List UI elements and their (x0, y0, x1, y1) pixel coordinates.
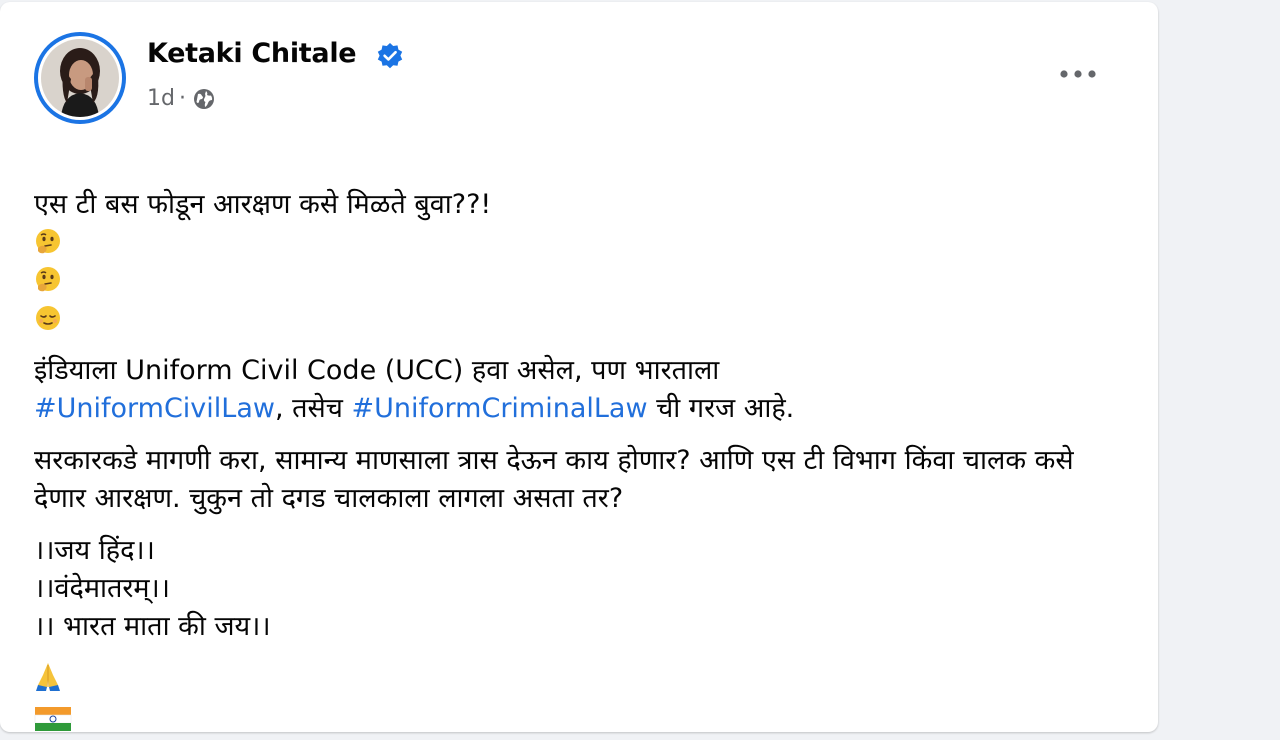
more-options-button[interactable] (1048, 52, 1108, 96)
thinking-face-icon (36, 229, 60, 254)
end-emoji-row-2 (34, 698, 1114, 740)
closing-slogans: ।।जय हिंद।। ।।वंदेमातरम्।। ।। भारत माता … (34, 532, 1114, 646)
closing-line-3: ।। भारत माता की जय।। (34, 611, 271, 642)
post-line-1-text: एस टी बस फोडून आरक्षण कसे मिळते बुवा??! (34, 189, 492, 220)
post-paragraph-2-end: ची गरज आहे. (647, 393, 795, 424)
post-paragraph-2-text: इंडियाला Uniform Civil Code (UCC) हवा अस… (34, 355, 720, 386)
post-paragraph-2-join: , तसेच (274, 393, 352, 424)
hashtag-uniform-civil-law[interactable]: #UniformCivilLaw (34, 393, 275, 424)
post-timestamp[interactable]: 1d (147, 86, 175, 111)
closing-line-1: ।।जय हिंद।। (34, 535, 155, 566)
post-paragraph-3: सरकारकडे मागणी करा, सामान्य माणसाला त्रा… (34, 445, 1074, 514)
india-flag-icon (34, 707, 72, 731)
folded-hands-icon (36, 663, 60, 691)
post-paragraph-2: इंडियाला Uniform Civil Code (UCC) हवा अस… (34, 352, 1114, 428)
post-card: Ketaki Chitale 1d · एस टी बस फोडून आरक्ष… (0, 2, 1158, 732)
more-horizontal-icon (1060, 70, 1096, 78)
hashtag-uniform-criminal-law[interactable]: #UniformCriminalLaw (352, 393, 648, 424)
post-meta: 1d · (147, 86, 216, 111)
relieved-face-icon (36, 306, 60, 330)
avatar-photo (41, 39, 119, 117)
author-name[interactable]: Ketaki Chitale (147, 38, 357, 69)
post-line-1: एस टी बस फोडून आरक्षण कसे मिळते बुवा??! (34, 148, 1114, 338)
avatar[interactable] (34, 32, 126, 124)
post-body: एस टी बस फोडून आरक्षण कसे मिळते बुवा??! (34, 148, 1114, 740)
avatar-border (38, 36, 122, 120)
closing-line-2: ।।वंदेमातरम्।। (34, 573, 170, 604)
thinking-face-icon (36, 267, 60, 292)
globe-icon[interactable] (192, 87, 216, 111)
end-emoji-row-1 (34, 656, 1114, 698)
verified-badge-icon (377, 43, 403, 69)
meta-separator: · (178, 86, 186, 111)
